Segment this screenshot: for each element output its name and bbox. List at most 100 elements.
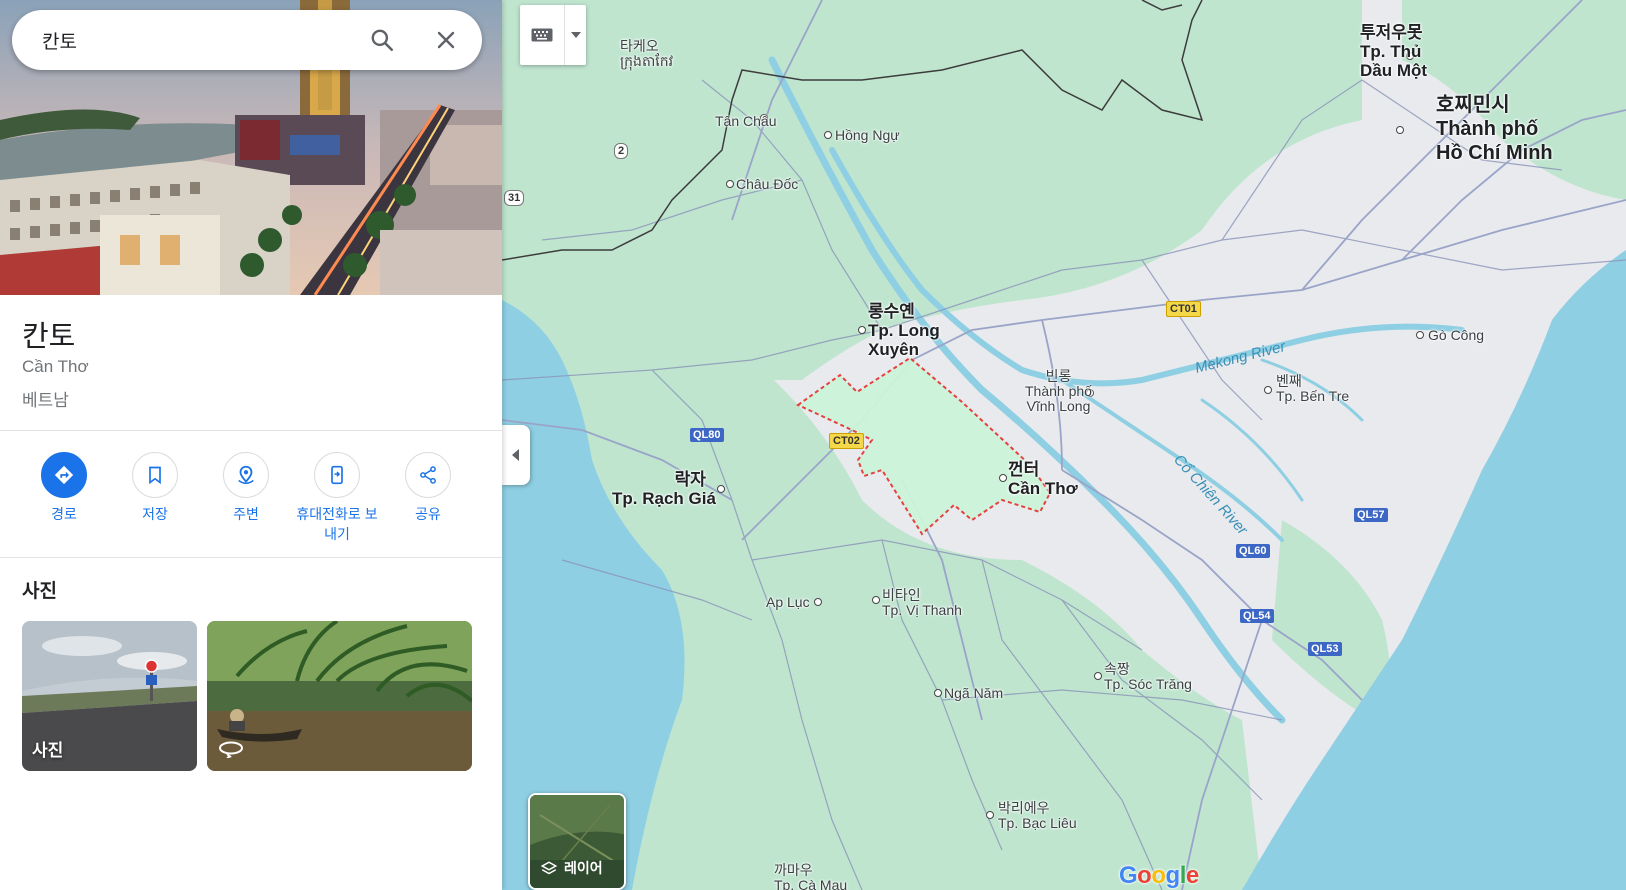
road-shield: QL80 [690,428,724,442]
map-label-baclieu: 박리에우 Tp. Bạc Liêu [998,801,1077,831]
map-label-soctrang: 속짱 Tp. Sóc Trăng [1104,662,1192,692]
label-text: Cần Thơ [1008,479,1078,498]
search-box [12,10,482,70]
map-label-thudaumot: 투저우못 Tp. Thủ Dầu Một [1360,23,1427,80]
layers-icon [540,861,558,875]
city-dot [986,811,994,819]
save-circle [132,452,178,498]
map-label-chaudoc: Châu Đốc [736,176,799,192]
label-text: 벤째 [1276,373,1302,389]
save-button[interactable]: 저장 [107,452,203,524]
city-dot [872,596,880,604]
share-icon [420,466,436,484]
label-text: Tp. Rạch Giá [612,489,716,508]
map-label-camau: 까마우 Tp. Cà Mau [774,863,847,890]
map-label-hcmc: 호찌민시 Thành phố Hồ Chí Minh [1436,93,1553,165]
label-text: 속짱 [1104,661,1130,677]
label-text: Thành phố [1025,383,1092,399]
city-dot [1416,331,1424,339]
search-icon [371,29,394,52]
label-text: 까마우 [774,862,813,878]
label-text: 락자 [674,470,706,489]
send-to-phone-label: 휴대전화로 보내기 [296,504,377,544]
app-root: 칸토 Cần Thơ 베트남 경로 [0,0,1626,890]
map-label-cantho: 껀터 Cần Thơ [1008,460,1078,498]
directions-icon [54,465,74,485]
divider [0,430,502,431]
directions-circle [41,452,87,498]
label-text: Xuyên [868,340,920,359]
clear-search-button[interactable] [422,16,470,64]
map-label-bentre: 벤째 Tp. Bến Tre [1276,374,1349,404]
road-shield: 31 [504,190,525,206]
nearby-button[interactable]: 주변 [198,452,294,524]
label-text: 껀터 [1008,460,1040,479]
city-dot [1396,126,1404,134]
directions-button[interactable]: 경로 [16,452,112,524]
road-shield: QL60 [1236,544,1270,558]
city-dot [934,689,942,697]
map-label-apluc: Ap Lục [766,594,810,610]
map-label-longxuyen: 롱수옌 Tp. Long Xuyên [868,302,940,359]
input-tools-button[interactable] [520,5,586,65]
share-button[interactable]: 공유 [380,452,476,524]
360-view-icon [219,741,243,759]
send-to-phone-button[interactable]: 휴대전화로 보내기 [289,452,385,544]
label-text: Tp. Bến Tre [1276,388,1350,404]
label-text: Tp. Long [868,321,940,340]
search-input[interactable] [42,29,358,51]
layers-label: 레이어 [564,860,603,876]
city-dot [717,485,725,493]
send-to-phone-label-line2: 내기 [324,526,350,542]
label-text: 호찌민시 [1436,94,1510,116]
photo-360-thumbnail[interactable] [207,621,472,771]
save-label: 저장 [142,506,168,522]
collapse-panel-button[interactable] [502,425,530,485]
label-text: Thành phố [1436,118,1539,140]
photo-label: 사진 [32,741,64,760]
label-text: Tp. Cà Mau [774,877,848,890]
place-title: 칸토 [22,321,76,353]
city-dot [1094,672,1102,680]
map-canvas[interactable]: 투저우못 Tp. Thủ Dầu Một 호찌민시 Thành phố Hồ Chí M… [502,0,1626,890]
label-text: 타케오 [620,38,659,54]
label-text: 빈롱 [1045,368,1072,384]
send-to-phone-circle [314,452,360,498]
map-label-rachgia: 락자 Tp. Rạch Giá [612,470,716,508]
label-text: Tp. Thủ [1360,42,1422,61]
keyboard-icon [531,28,553,42]
photo-360-badge [217,738,245,763]
road-shield: 2 [614,143,629,159]
label-text: 롱수옌 [868,302,915,321]
close-icon [437,31,455,49]
label-text: ក្រុងតាកែវ [620,53,674,69]
label-text: Tp. Vị Thanh [882,602,962,618]
road-shield: QL54 [1240,609,1274,623]
nearby-circle [223,452,269,498]
map-label-vinhlong: 빈롱 Thành phố Vĩnh Long [1025,369,1092,414]
share-circle [405,452,451,498]
city-dot [1264,386,1272,394]
map-label-takeo: 타케오 ក្រុងតាកែវ [620,39,673,69]
action-bar: 경로 저장 주변 휴대전화로 보 내기 공유 [0,452,502,552]
layers-button[interactable]: 레이어 [528,793,626,890]
map-label-gocong: Gò Công [1428,327,1485,343]
nearby-icon [238,465,254,484]
map-label-tanchau: Tân Châu [715,113,777,129]
map-label-hongngu: Hồng Ngự [835,127,900,143]
map-label-vithanh: 비타인 Tp. Vị Thanh [882,588,962,618]
place-country: 베트남 [22,391,69,410]
road-shield: CT01 [1166,301,1201,317]
send-to-phone-label-line1: 휴대전화로 보 [296,506,378,522]
city-dot [999,474,1007,482]
place-region: Cần Thơ [22,357,89,376]
map-label-naganam: Ngã Năm [944,685,1004,701]
chevron-left-icon [512,449,519,461]
road-shield: QL57 [1354,508,1388,522]
bookmark-icon [149,466,161,485]
search-button[interactable] [358,16,406,64]
photo-thumbnail[interactable]: 사진 [22,621,197,771]
label-text: Tp. Bạc Liêu [998,815,1077,831]
place-panel: 칸토 Cần Thơ 베트남 경로 [0,0,502,890]
road-shield: CT02 [829,433,864,449]
